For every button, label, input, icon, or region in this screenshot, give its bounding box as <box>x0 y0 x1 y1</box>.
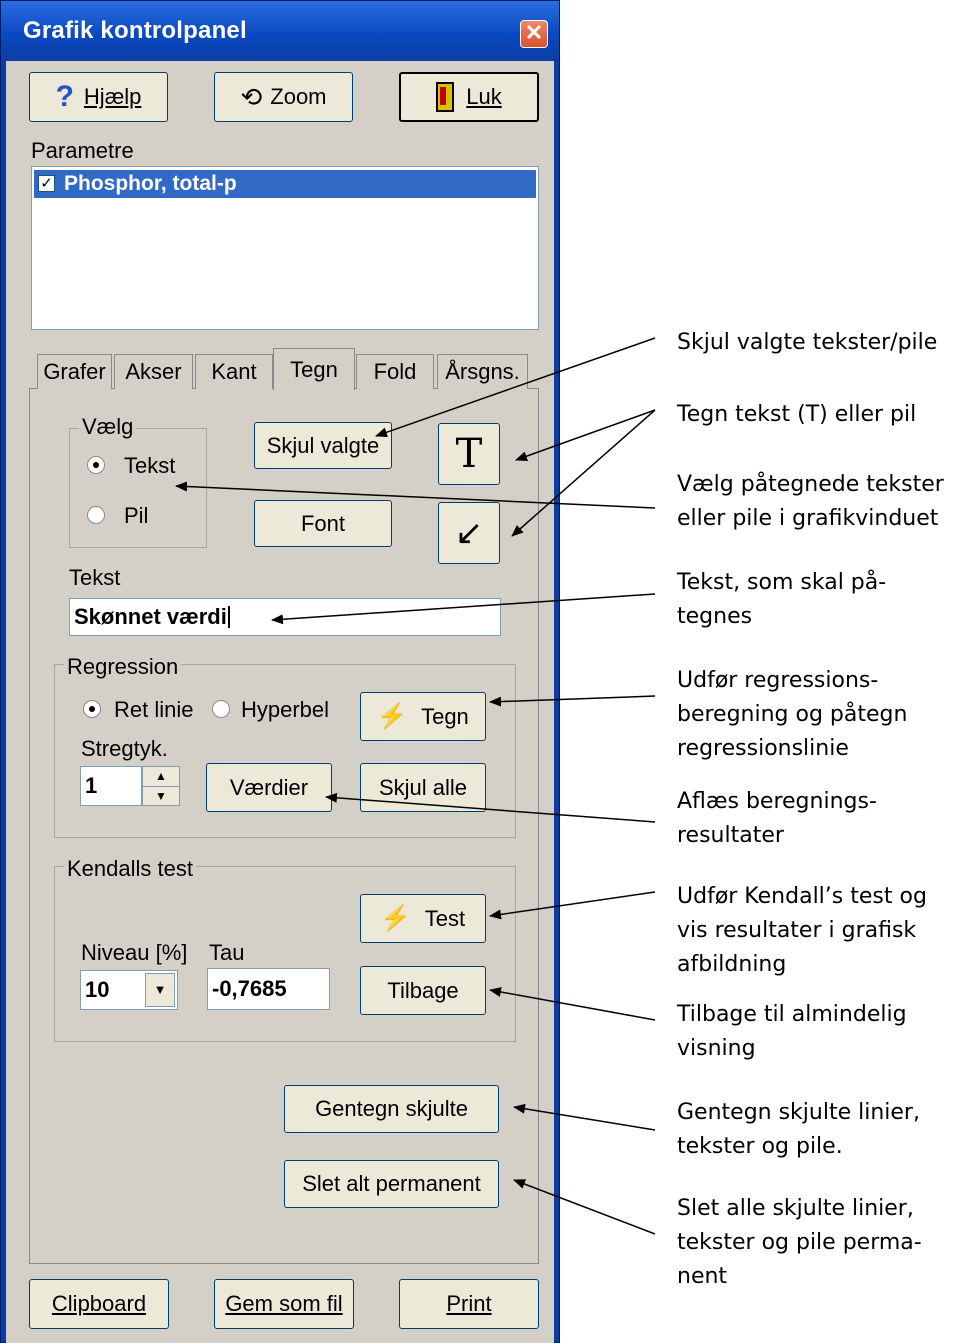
callout-arrow <box>515 409 656 461</box>
callout-arrow <box>489 987 656 1021</box>
callout-arrow <box>511 409 656 537</box>
callout-arrow <box>489 695 656 707</box>
callout-arrow <box>271 593 656 625</box>
callout-arrow <box>513 1179 656 1235</box>
callout-arrow <box>175 481 656 509</box>
callout-arrow <box>375 337 656 438</box>
callout-arrow <box>325 792 656 823</box>
tab-tegn[interactable]: Tegn <box>273 348 355 390</box>
callout-arrows <box>175 337 656 1235</box>
callout-arrow <box>513 1103 656 1131</box>
callout-arrow <box>489 891 656 920</box>
